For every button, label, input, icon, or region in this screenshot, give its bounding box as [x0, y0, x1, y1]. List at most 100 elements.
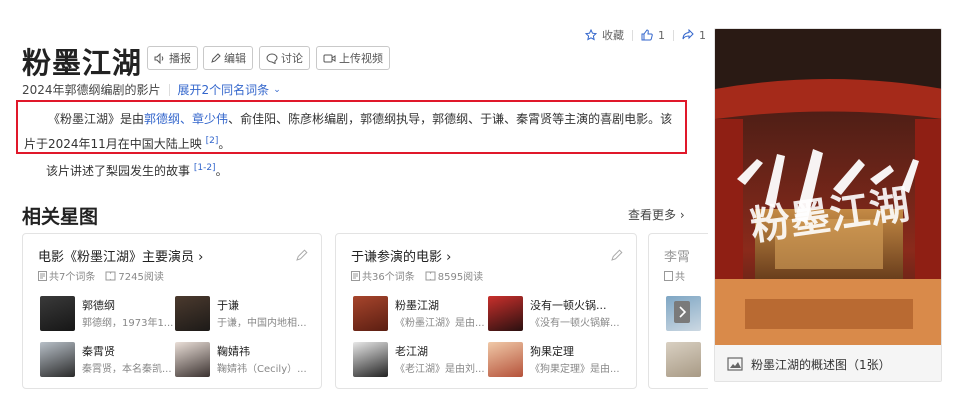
card-title[interactable]: 于谦参演的电影 › [351, 246, 451, 265]
upload-video-button[interactable]: 上传视频 [316, 46, 390, 70]
chevron-right-icon: › [198, 250, 204, 265]
entry-desc: 《粉墨江湖》是由... [395, 318, 485, 329]
image-gallery-icon [727, 357, 743, 371]
book-icon [425, 271, 436, 280]
poster-thumbnail [488, 296, 523, 331]
caption-text: 粉墨江湖的概述图（1张） [751, 357, 891, 372]
like-count: 1 [658, 28, 665, 42]
avatar [175, 342, 210, 377]
list-item[interactable]: 狗果定理 《狗果定理》是由... [488, 342, 622, 380]
list-item[interactable]: 鞠婧祎 鞠婧祎（Cecily）... [175, 342, 309, 380]
video-camera-icon [323, 54, 336, 62]
summary-paragraph: 《粉墨江湖》是由郭德纲、章少伟、俞佳阳、陈彦彬编剧，郭德纲执导，郭德纲、于谦、秦… [24, 108, 679, 155]
entry-desc: 《狗果定理》是由... [530, 364, 620, 375]
expand-same-name-link[interactable]: 展开2个同名词条 [178, 81, 270, 98]
broadcast-label: 播报 [169, 52, 191, 65]
entry-name: 狗果定理 [530, 345, 574, 358]
entry-desc: 《没有一顿火锅解... [530, 318, 620, 329]
star-map-card[interactable]: 于谦参演的电影 › 共36个词条 8595阅读 粉墨江湖 《粉墨江湖》是由...… [335, 233, 637, 389]
thumbs-up-icon[interactable] [641, 29, 653, 41]
pencil-icon [211, 52, 221, 63]
reference-link[interactable]: [2] [206, 136, 219, 146]
pencil-icon[interactable] [610, 248, 624, 262]
entry-name: 鞠婧祎 [217, 345, 250, 358]
reference-link[interactable]: [1-2] [194, 163, 216, 173]
card-meta: 共36个词条 8595阅读 [351, 268, 493, 283]
divider [168, 83, 170, 96]
overview-image-caption[interactable]: 粉墨江湖的概述图（1张） [715, 345, 941, 381]
page-title: 粉墨江湖 [22, 46, 143, 80]
list-item[interactable]: 郭德纲 郭德纲，1973年1... [40, 296, 174, 334]
read-count: 7245阅读 [118, 272, 164, 283]
description-end: 。 [215, 164, 228, 178]
see-more-link[interactable]: 查看更多 › [628, 206, 685, 223]
star-icon[interactable] [585, 29, 597, 41]
collect-label[interactable]: 收藏 [602, 27, 624, 43]
card-meta: 共 [664, 268, 695, 283]
chat-bubble-icon [266, 52, 278, 64]
broadcast-button[interactable]: 播报 [147, 46, 198, 70]
chevron-right-icon: › [679, 208, 685, 222]
entry-desc: 郭德纲，1973年1... [82, 318, 174, 329]
section-title: 相关星图 [22, 206, 99, 228]
share-count: 1 [699, 28, 706, 42]
movie-poster-image: 粉墨江湖 [715, 29, 941, 345]
pencil-icon[interactable] [295, 248, 309, 262]
see-more-label: 查看更多 [628, 208, 677, 222]
document-icon [38, 270, 47, 281]
share-icon[interactable] [682, 29, 694, 41]
subtitle: 2024年郭德纲编剧的影片 [22, 83, 161, 97]
entry-name: 没有一顿火锅... [530, 299, 607, 312]
entry-name: 于谦 [217, 299, 239, 312]
card-title[interactable]: 电影《粉墨江湖》主要演员 › [38, 246, 203, 265]
entry-desc: 于谦，中国内地相... [217, 318, 307, 329]
action-row: 收藏 1 1 [585, 27, 706, 43]
entry-count: 共 [675, 272, 685, 283]
list-item[interactable]: 没有一顿火锅... 《没有一顿火锅解... [488, 296, 622, 334]
summary-end: 。 [218, 137, 231, 151]
poster-thumbnail [488, 342, 523, 377]
avatar [40, 296, 75, 331]
card-title[interactable]: 李霄 [664, 246, 690, 265]
poster-thumbnail [666, 342, 701, 377]
list-item[interactable]: 于谦 于谦，中国内地相... [175, 296, 309, 334]
entry-name: 郭德纲 [82, 299, 115, 312]
read-count: 8595阅读 [437, 272, 484, 283]
discuss-button[interactable]: 讨论 [259, 46, 310, 70]
list-item[interactable]: 老江湖 《老江湖》是由刘... [353, 342, 487, 380]
summary-text: 《粉墨江湖》是由 [48, 112, 145, 126]
list-item[interactable]: 秦霄贤 秦霄贤，本名秦凯... [40, 342, 174, 380]
poster-thumbnail [353, 342, 388, 377]
edit-button[interactable]: 编辑 [203, 46, 253, 70]
speaker-icon [154, 52, 164, 64]
overview-image-panel[interactable]: 粉墨江湖 粉墨江湖的概述图（1张） [714, 28, 942, 382]
entry-count: 共7个词条 [49, 272, 96, 283]
entry-name: 秦霄贤 [82, 345, 115, 358]
summary-separator: 、 [180, 112, 193, 126]
chevron-down-icon: ⌄ [273, 84, 281, 95]
card-title-text: 电影《粉墨江湖》主要演员 [38, 250, 195, 265]
summary-highlight-box: 《粉墨江湖》是由郭德纲、章少伟、俞佳阳、陈彦彬编剧，郭德纲执导，郭德纲、于谦、秦… [16, 100, 687, 154]
entry-desc: 《老江湖》是由刘... [395, 364, 485, 375]
entry-name: 粉墨江湖 [395, 299, 439, 312]
divider [632, 29, 633, 41]
list-item[interactable] [666, 342, 706, 380]
divider [673, 29, 674, 41]
subtitle-row: 2024年郭德纲编剧的影片 展开2个同名词条 ⌄ [22, 81, 281, 98]
card-meta: 共7个词条 7245阅读 [38, 268, 174, 283]
description-paragraph: 该片讲述了梨园发生的故事 [1-2]。 [22, 158, 682, 181]
chevron-right-icon: › [446, 250, 452, 265]
star-map-card[interactable]: 电影《粉墨江湖》主要演员 › 共7个词条 7245阅读 郭德纲 郭德纲，1973… [22, 233, 322, 389]
entry-count: 共36个词条 [362, 272, 415, 283]
carousel-next-button[interactable] [674, 301, 690, 323]
person-link-zhang-shaowei[interactable]: 章少伟 [192, 112, 228, 126]
avatar [40, 342, 75, 377]
upload-video-label: 上传视频 [339, 52, 383, 65]
book-icon [105, 271, 116, 280]
entry-desc: 鞠婧祎（Cecily）... [217, 364, 307, 375]
list-item[interactable]: 粉墨江湖 《粉墨江湖》是由... [353, 296, 487, 334]
description-text: 该片讲述了梨园发生的故事 [46, 164, 191, 178]
card-title-text: 于谦参演的电影 [351, 250, 443, 265]
entry-name: 老江湖 [395, 345, 428, 358]
person-link-guo-degang[interactable]: 郭德纲 [144, 112, 180, 126]
